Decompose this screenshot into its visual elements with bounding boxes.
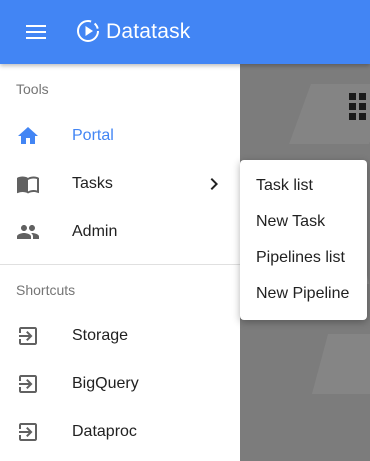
nav-item-label: Portal: [72, 127, 114, 144]
nav-item-dataproc[interactable]: Dataproc: [0, 408, 240, 456]
submenu-item-label: Task list: [256, 177, 313, 194]
submenu-item-new-task[interactable]: New Task: [240, 204, 367, 240]
menu-icon: [26, 25, 46, 39]
tasks-submenu: Task list New Task Pipelines list New Pi…: [240, 160, 367, 320]
chevron-right-icon: [210, 178, 218, 190]
login-icon: [19, 423, 37, 441]
submenu-item-pipelines-list[interactable]: Pipelines list: [240, 240, 367, 276]
nav-item-bigquery[interactable]: BigQuery: [0, 360, 240, 408]
tools-section-header: Tools: [16, 81, 49, 97]
menu-button[interactable]: [16, 20, 56, 44]
nav-item-portal[interactable]: Portal: [0, 112, 240, 160]
nav-item-storage[interactable]: Storage: [0, 312, 240, 360]
drawer-divider: [0, 264, 240, 265]
nav-item-label: Storage: [72, 327, 129, 344]
login-icon: [19, 375, 37, 393]
nav-item-admin[interactable]: Admin: [0, 208, 240, 256]
people-icon: [17, 225, 39, 239]
login-icon: [19, 327, 37, 345]
submenu-item-label: New Task: [256, 213, 326, 230]
navigation-drawer: Tools Portal Tasks Admin Shortcuts Stora…: [0, 64, 240, 461]
nav-item-label: Dataproc: [72, 423, 137, 440]
home-icon: [18, 127, 38, 144]
app-title: Datatask: [106, 20, 191, 43]
submenu-item-label: New Pipeline: [256, 285, 350, 302]
nav-item-label: Tasks: [72, 175, 113, 192]
shortcuts-section-header: Shortcuts: [16, 282, 76, 298]
nav-item-label: BigQuery: [72, 375, 139, 392]
submenu-item-task-list[interactable]: Task list: [240, 168, 367, 204]
submenu-item-label: Pipelines list: [256, 249, 345, 266]
book-icon: [17, 176, 39, 194]
nav-item-label: Admin: [72, 223, 118, 240]
submenu-item-new-pipeline[interactable]: New Pipeline: [240, 276, 367, 312]
app-bar: Datatask: [0, 0, 370, 64]
nav-item-tasks[interactable]: Tasks: [0, 160, 240, 208]
play-circle-logo-icon: [77, 20, 99, 42]
